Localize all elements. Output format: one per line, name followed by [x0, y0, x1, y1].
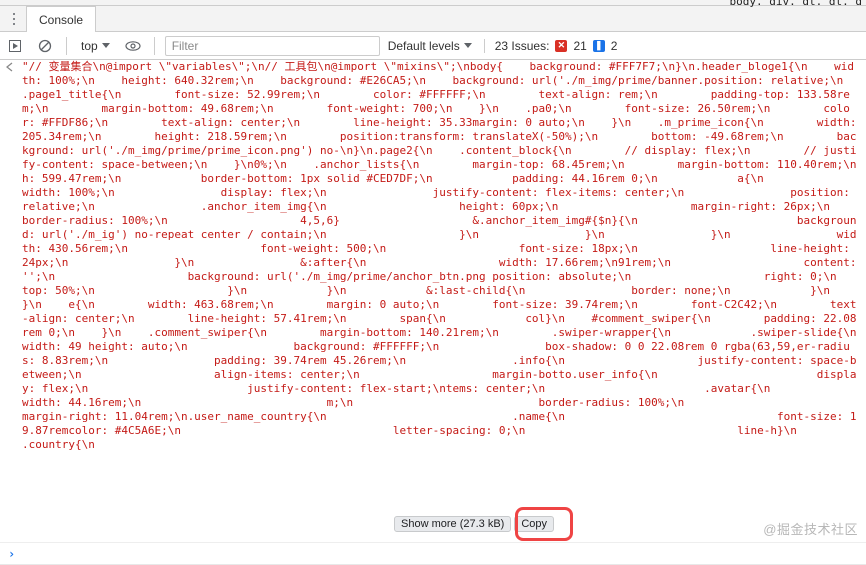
divider	[154, 37, 155, 55]
window-fragment: body. div. dt. dt. d	[0, 0, 866, 6]
tab-console[interactable]: Console	[26, 6, 96, 32]
console-toolbar: top Filter Default levels 23 Issues: ✕ 2…	[0, 32, 866, 60]
expand-caret-icon[interactable]	[6, 60, 22, 452]
log-levels-selector[interactable]: Default levels	[388, 39, 472, 53]
show-more-button[interactable]: Show more (27.3 kB)	[394, 516, 511, 532]
console-output: '' "// 变量集合\n@import \"variables\";\n// …	[0, 60, 866, 565]
clear-console-icon[interactable]	[34, 35, 56, 57]
console-prompt[interactable]: ›	[0, 542, 866, 564]
issues-label: 23 Issues:	[495, 39, 550, 53]
prompt-caret-icon: ›	[8, 547, 15, 561]
panel-tabbar: Console	[0, 6, 866, 32]
info-count: 2	[611, 39, 618, 53]
log-entry: '' "// 变量集合\n@import \"variables\";\n// …	[0, 60, 866, 452]
filter-placeholder: Filter	[172, 39, 199, 53]
copy-button[interactable]: Copy	[514, 516, 554, 532]
chevron-down-icon	[464, 43, 472, 48]
divider	[66, 37, 67, 55]
watermark: @掘金技术社区	[763, 519, 858, 538]
error-count: 21	[573, 39, 586, 53]
context-label: top	[81, 39, 98, 53]
issues-summary[interactable]: 23 Issues: ✕ 21 ❚ 2	[484, 39, 618, 53]
code-fragment: body. div. dt. dt. d	[730, 0, 862, 8]
info-badge-icon: ❚	[593, 40, 605, 52]
context-selector[interactable]: top	[77, 38, 114, 54]
execute-icon[interactable]	[4, 35, 26, 57]
levels-label: Default levels	[388, 39, 460, 53]
filter-input[interactable]: Filter	[165, 36, 380, 56]
error-badge-icon: ✕	[555, 40, 567, 52]
chevron-down-icon	[102, 43, 110, 48]
log-message[interactable]: "// 变量集合\n@import \"variables\";\n// 工具包…	[22, 60, 860, 452]
more-icon[interactable]	[4, 6, 24, 32]
live-expression-icon[interactable]	[122, 35, 144, 57]
log-actions: Show more (27.3 kB) Copy	[394, 516, 554, 532]
